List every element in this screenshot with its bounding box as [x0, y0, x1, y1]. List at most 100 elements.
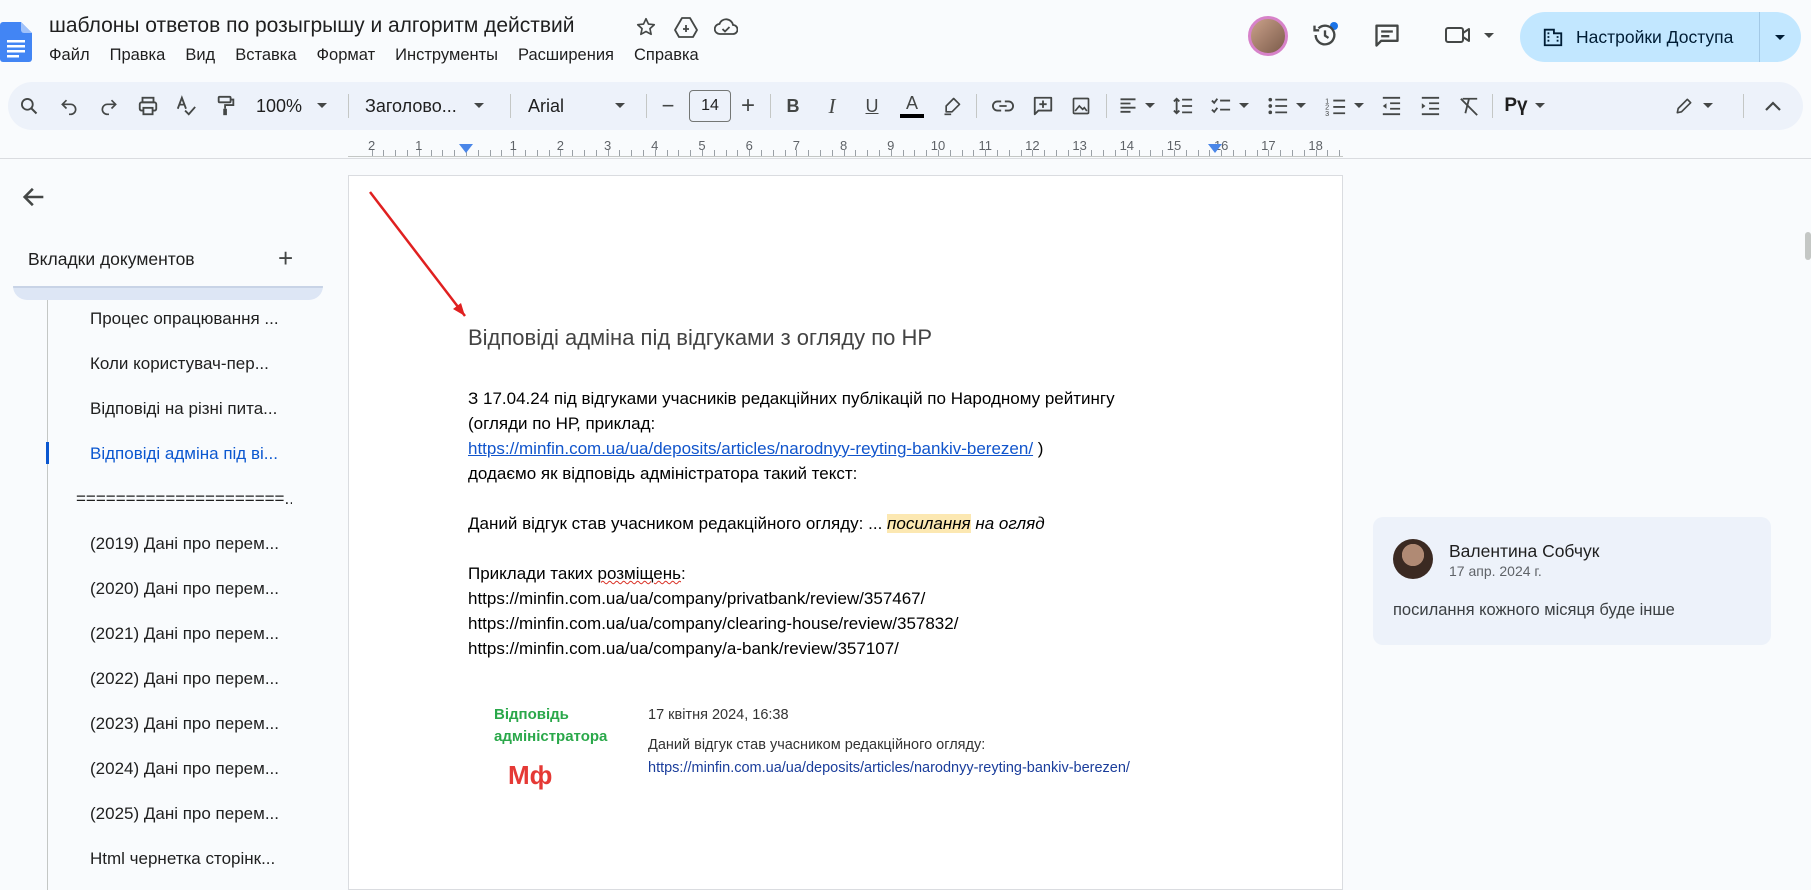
- ruler-tick: [702, 150, 703, 156]
- style-select[interactable]: Заголово...: [365, 92, 505, 120]
- ruler-indent-marker[interactable]: [1208, 144, 1222, 153]
- tab-item[interactable]: Коли користувач-пер...: [90, 354, 290, 374]
- tab-item[interactable]: Процес опрацювання ...: [90, 309, 290, 329]
- cloud-saved-icon[interactable]: [713, 14, 739, 40]
- paragraph-line[interactable]: додаємо як відповідь адміністратора таки…: [468, 464, 857, 484]
- ruler-tick: [1032, 150, 1034, 156]
- template-placeholder: на огляд: [970, 514, 1045, 533]
- scrollbar-thumb[interactable]: [1805, 232, 1811, 260]
- font-size-input[interactable]: 14: [689, 90, 731, 122]
- ruler-tick: [548, 150, 550, 156]
- example-url[interactable]: https://minfin.com.ua/ua/company/a-bank/…: [468, 639, 899, 659]
- deposits-article-link[interactable]: https://minfin.com.ua/ua/deposits/articl…: [468, 439, 1033, 458]
- increase-indent-icon[interactable]: [1415, 92, 1445, 120]
- add-tab-button[interactable]: +: [278, 243, 293, 274]
- example-url[interactable]: https://minfin.com.ua/ua/company/privatb…: [468, 589, 925, 609]
- line-spacing-icon[interactable]: [1168, 92, 1198, 120]
- menu-help[interactable]: Справка: [634, 46, 699, 65]
- tab-item[interactable]: Html чернетка сторінк...: [90, 849, 290, 869]
- zoom-select[interactable]: 100%: [256, 92, 336, 120]
- examples-heading-line[interactable]: Приклади таких розміщень:: [468, 564, 686, 584]
- spelling-error-word[interactable]: розміщень: [598, 564, 681, 583]
- ruler-tick: [418, 150, 420, 156]
- tab-item[interactable]: (2025) Дані про перем...: [90, 804, 290, 824]
- menu-tools[interactable]: Инструменты: [395, 46, 498, 65]
- insert-link-icon[interactable]: [988, 92, 1018, 120]
- paragraph-line-with-link[interactable]: https://minfin.com.ua/ua/deposits/articl…: [468, 439, 1043, 459]
- insert-image-icon[interactable]: [1066, 92, 1096, 120]
- tab-item-separator[interactable]: =====================...: [76, 489, 292, 509]
- comment-card[interactable]: Валентина Собчук 17 апр. 2024 г. посилан…: [1373, 517, 1771, 645]
- decrease-font-size-button[interactable]: −: [653, 92, 683, 120]
- share-button[interactable]: Настройки Доступа: [1520, 12, 1801, 62]
- horizontal-ruler[interactable]: 2 1 1 2 3 4 5 6 7 8 9 10 11 12 13 14 15 16 17 18: [348, 136, 1343, 158]
- tab-item[interactable]: Відповіді на різні пита...: [90, 399, 290, 419]
- add-comment-icon[interactable]: [1028, 92, 1058, 120]
- tab-item[interactable]: (2023) Дані про перем...: [90, 714, 290, 734]
- menu-edit[interactable]: Правка: [110, 46, 166, 65]
- version-history-icon[interactable]: [1310, 20, 1340, 50]
- italic-button[interactable]: I: [817, 92, 847, 120]
- checklist-icon[interactable]: [1206, 92, 1254, 120]
- print-icon[interactable]: [133, 92, 163, 120]
- ruler-tick: [938, 150, 939, 156]
- increase-font-size-button[interactable]: +: [733, 92, 763, 120]
- paragraph-line[interactable]: (огляди по НР, приклад:: [468, 414, 655, 434]
- paint-format-icon[interactable]: [211, 92, 241, 120]
- decrease-indent-icon[interactable]: [1376, 92, 1406, 120]
- align-select-icon[interactable]: [1113, 92, 1161, 120]
- ruler-tick: [631, 150, 633, 156]
- comments-icon[interactable]: [1372, 20, 1402, 50]
- tab-item[interactable]: (2019) Дані про перем...: [90, 534, 290, 554]
- document-title[interactable]: шаблоны ответов по розыгрышу и алгоритм …: [49, 14, 575, 38]
- link-suffix: ): [1033, 439, 1044, 458]
- ruler-indent-marker[interactable]: [459, 144, 473, 153]
- tab-item[interactable]: (2022) Дані про перем...: [90, 669, 290, 689]
- tabs-tree-line: [47, 300, 48, 890]
- bulleted-list-icon[interactable]: [1263, 92, 1311, 120]
- commented-text-highlight[interactable]: посилання: [887, 514, 971, 533]
- input-tools-icon[interactable]: Pү: [1498, 92, 1552, 120]
- example-url[interactable]: https://minfin.com.ua/ua/company/clearin…: [468, 614, 958, 634]
- underline-button[interactable]: U: [857, 92, 887, 120]
- menu-extensions[interactable]: Расширения: [518, 46, 614, 65]
- clear-formatting-icon[interactable]: [1454, 92, 1484, 120]
- paragraph-line[interactable]: З 17.04.24 під відгуками учасників редак…: [468, 389, 1115, 409]
- ruler-tick: [890, 150, 892, 156]
- text-color-button[interactable]: A: [897, 92, 927, 120]
- tab-item-active[interactable]: Відповіді адміна під ві...: [90, 444, 290, 464]
- share-dropdown-icon[interactable]: [1760, 32, 1800, 42]
- spellcheck-icon[interactable]: [171, 92, 201, 120]
- search-menus-icon[interactable]: [14, 92, 44, 120]
- menu-insert[interactable]: Вставка: [235, 46, 296, 65]
- numbered-list-icon[interactable]: 123: [1321, 92, 1369, 120]
- menu-format[interactable]: Формат: [317, 46, 376, 65]
- ruler-tick: [725, 150, 727, 156]
- template-text-line[interactable]: Даний відгук став учасником редакційного…: [468, 514, 1045, 534]
- back-arrow-icon[interactable]: [20, 183, 48, 211]
- ruler-tick: [1339, 150, 1341, 156]
- menu-view[interactable]: Вид: [185, 46, 215, 65]
- undo-icon[interactable]: [54, 92, 84, 120]
- ruler-tick: [820, 150, 821, 156]
- meet-icon[interactable]: [1440, 20, 1500, 50]
- highlight-color-icon[interactable]: [937, 92, 967, 120]
- template-text: Даний відгук став учасником редакційного…: [468, 514, 888, 533]
- tab-item[interactable]: (2020) Дані про перем...: [90, 579, 290, 599]
- menu-file[interactable]: Файл: [49, 46, 90, 65]
- hide-menus-icon[interactable]: [1758, 92, 1788, 120]
- font-select[interactable]: Arial: [528, 92, 638, 120]
- ruler-tick: [654, 150, 656, 156]
- editing-mode-icon[interactable]: [1668, 92, 1720, 120]
- redo-icon[interactable]: [94, 92, 124, 120]
- tab-item[interactable]: (2021) Дані про перем...: [90, 624, 290, 644]
- document-heading[interactable]: Відповіді адміна під відгуками з огляду …: [468, 325, 932, 351]
- tab-item[interactable]: (2024) Дані про перем...: [90, 759, 290, 779]
- bold-button[interactable]: B: [778, 92, 808, 120]
- user-avatar[interactable]: [1248, 16, 1288, 56]
- share-main-button[interactable]: Настройки Доступа: [1520, 12, 1760, 62]
- star-icon[interactable]: [633, 14, 659, 40]
- docs-logo-icon[interactable]: [0, 22, 32, 62]
- menu-bar: Файл Правка Вид Вставка Формат Инструмен…: [49, 46, 719, 65]
- move-to-drive-icon[interactable]: [673, 14, 699, 40]
